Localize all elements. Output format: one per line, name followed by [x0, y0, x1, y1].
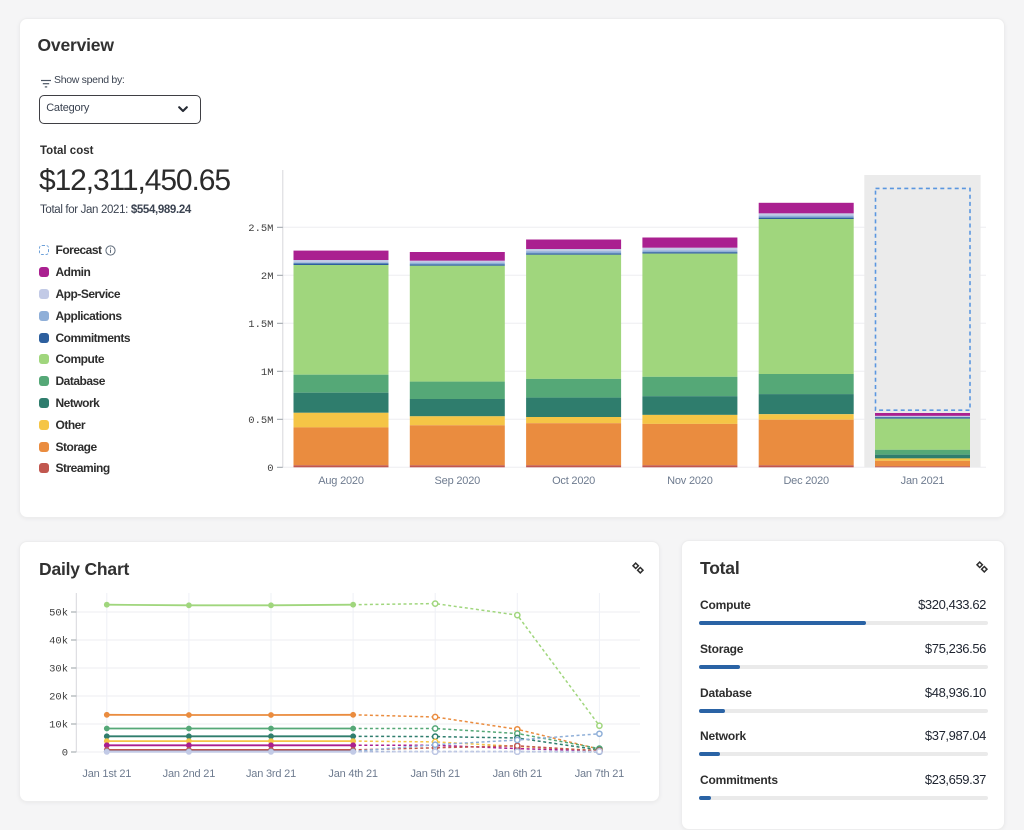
svg-text:0: 0	[62, 748, 68, 760]
svg-text:0: 0	[267, 463, 273, 475]
svg-text:Sep 2020: Sep 2020	[435, 475, 481, 487]
svg-text:40k: 40k	[49, 636, 68, 648]
svg-text:Jan 1st 21: Jan 1st 21	[82, 768, 131, 780]
svg-text:Aug 2020: Aug 2020	[318, 475, 364, 487]
svg-text:2.5M: 2.5M	[248, 223, 273, 235]
svg-text:Jan 6th 21: Jan 6th 21	[493, 768, 542, 780]
svg-text:Nov 2020: Nov 2020	[667, 475, 713, 487]
svg-text:1.5M: 1.5M	[248, 319, 273, 331]
svg-text:30k: 30k	[49, 664, 68, 676]
svg-text:Jan 2021: Jan 2021	[901, 475, 945, 487]
svg-text:50k: 50k	[49, 608, 68, 620]
svg-text:1M: 1M	[261, 367, 274, 379]
svg-text:Oct 2020: Oct 2020	[552, 475, 595, 487]
svg-text:Jan 3rd 21: Jan 3rd 21	[246, 768, 296, 780]
svg-text:Jan 4th 21: Jan 4th 21	[328, 768, 377, 780]
svg-text:10k: 10k	[49, 720, 68, 732]
svg-text:0.5M: 0.5M	[248, 415, 273, 427]
svg-text:Jan 7th 21: Jan 7th 21	[575, 768, 624, 780]
svg-text:2M: 2M	[261, 271, 274, 283]
svg-text:Jan 2nd 21: Jan 2nd 21	[163, 768, 216, 780]
svg-text:Dec 2020: Dec 2020	[783, 475, 829, 487]
svg-text:20k: 20k	[49, 692, 68, 704]
svg-text:Jan 5th 21: Jan 5th 21	[411, 768, 460, 780]
